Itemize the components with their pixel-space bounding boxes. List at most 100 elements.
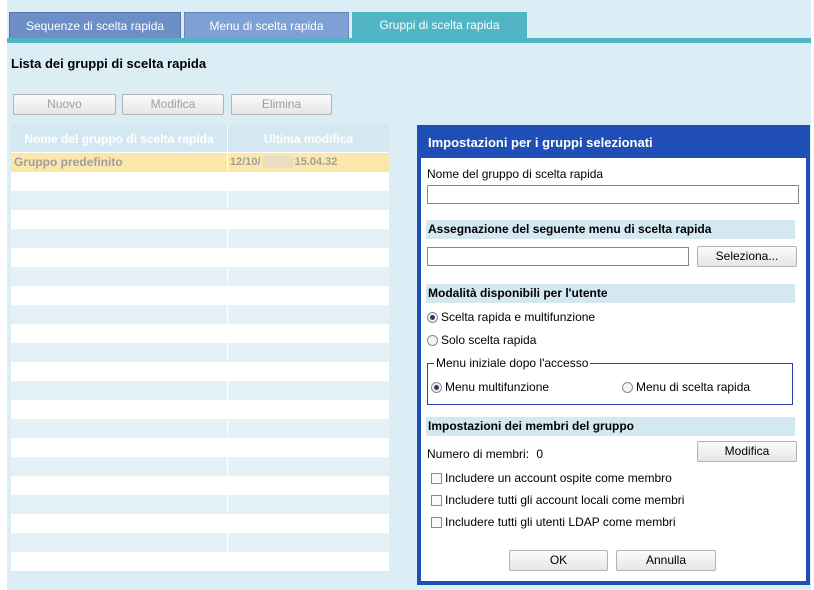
table-row[interactable]: Gruppo predefinito 12/10/15.04.32 [11, 153, 389, 172]
table-row [11, 514, 389, 533]
modified-date: 12/10/ [230, 156, 261, 168]
empty-cell [11, 172, 228, 191]
tab-shortcut-sequences[interactable]: Sequenze di scelta rapida [9, 12, 181, 38]
empty-cell [228, 172, 389, 191]
tab-underline [7, 38, 811, 43]
empty-cell [11, 552, 228, 571]
empty-cell [11, 438, 228, 457]
modified-cell: 12/10/15.04.32 [228, 153, 389, 172]
select-menu-button[interactable]: Seleziona... [697, 246, 797, 267]
empty-cell [228, 286, 389, 305]
cancel-button[interactable]: Annulla [616, 550, 716, 571]
table-row [11, 419, 389, 438]
mode-option-shortcut-only[interactable]: Solo scelta rapida [427, 333, 536, 347]
empty-cell [11, 400, 228, 419]
table-row [11, 305, 389, 324]
initial-menu-multifunction[interactable]: Menu multifunzione [431, 380, 549, 394]
menu-assignment-input[interactable] [427, 247, 689, 266]
empty-cell [11, 324, 228, 343]
include-guest-checkbox[interactable]: Includere un account ospite come membro [431, 471, 672, 485]
empty-cell [228, 343, 389, 362]
table-row [11, 381, 389, 400]
group-name-cell: Gruppo predefinito [11, 153, 228, 172]
empty-cell [228, 495, 389, 514]
table-row [11, 438, 389, 457]
group-name-label: Nome del gruppo di scelta rapida [427, 167, 604, 181]
table-row [11, 457, 389, 476]
include-ldap-users-checkbox[interactable]: Includere tutti gli utenti LDAP come mem… [431, 515, 676, 529]
table-row [11, 286, 389, 305]
initial-menu-shortcut[interactable]: Menu di scelta rapida [622, 380, 750, 394]
empty-cell [228, 362, 389, 381]
empty-cell [228, 267, 389, 286]
empty-cell [228, 229, 389, 248]
main-window: Sequenze di scelta rapida Menu di scelta… [7, 0, 811, 590]
table-row [11, 495, 389, 514]
empty-cell [11, 286, 228, 305]
menu-assignment-section: Assegnazione del seguente menu di scelta… [426, 220, 795, 239]
empty-cell [228, 438, 389, 457]
initial-menu-group: Menu iniziale dopo l'accesso Menu multif… [427, 356, 793, 405]
empty-cell [228, 191, 389, 210]
empty-cell [11, 457, 228, 476]
modified-time: 15.04.32 [294, 156, 338, 168]
mode-option-multi-label: Scelta rapida e multifunzione [441, 310, 596, 324]
table-row [11, 229, 389, 248]
edit-button[interactable]: Modifica [122, 94, 224, 115]
new-button[interactable]: Nuovo [13, 94, 116, 115]
groups-table: Nome del gruppo di scelta rapida Ultima … [11, 125, 389, 571]
empty-cell [228, 324, 389, 343]
table-row [11, 552, 389, 571]
empty-cell [11, 381, 228, 400]
radio-selected-icon [427, 311, 438, 323]
table-row [11, 267, 389, 286]
group-name-input[interactable] [427, 185, 799, 204]
table-header: Nome del gruppo di scelta rapida Ultima … [11, 125, 389, 153]
empty-cell [11, 305, 228, 324]
column-header-modified[interactable]: Ultima modifica [228, 125, 389, 153]
empty-cell [228, 476, 389, 495]
empty-cell [11, 229, 228, 248]
table-row [11, 533, 389, 552]
page-title: Lista dei gruppi di scelta rapida [11, 56, 207, 71]
empty-cell [228, 400, 389, 419]
include-local-accounts-label: Includere tutti gli account locali come … [445, 493, 685, 507]
empty-cell [11, 495, 228, 514]
tab-shortcut-groups[interactable]: Gruppi di scelta rapida [352, 12, 527, 38]
ok-button[interactable]: OK [509, 550, 608, 571]
radio-unselected-icon [622, 381, 633, 393]
tab-shortcut-menus[interactable]: Menu di scelta rapida [184, 12, 349, 38]
empty-cell [11, 343, 228, 362]
column-header-name[interactable]: Nome del gruppo di scelta rapida [11, 125, 228, 153]
table-row [11, 210, 389, 229]
include-ldap-users-label: Includere tutti gli utenti LDAP come mem… [445, 515, 676, 529]
radio-selected-icon [431, 381, 442, 393]
table-row [11, 172, 389, 191]
members-count-label: Numero di membri: [427, 447, 530, 461]
initial-menu-multifunction-label: Menu multifunzione [445, 380, 550, 394]
empty-cell [11, 191, 228, 210]
empty-cell [228, 305, 389, 324]
members-count: Numero di membri: 0 [427, 447, 543, 461]
empty-cell [11, 210, 228, 229]
redacted-area [262, 156, 293, 169]
initial-menu-legend: Menu iniziale dopo l'accesso [434, 356, 591, 370]
checkbox-icon [431, 472, 442, 484]
table-row [11, 343, 389, 362]
mode-option-shortcut-only-label: Solo scelta rapida [441, 333, 537, 347]
delete-button[interactable]: Elimina [231, 94, 332, 115]
empty-cell [228, 457, 389, 476]
empty-cell [11, 476, 228, 495]
initial-menu-shortcut-label: Menu di scelta rapida [636, 380, 751, 394]
group-settings-panel: Impostazioni per i gruppi selezionati No… [417, 125, 810, 585]
table-row [11, 362, 389, 381]
mode-option-multi[interactable]: Scelta rapida e multifunzione [427, 310, 595, 324]
empty-cell [228, 552, 389, 571]
table-row [11, 248, 389, 267]
empty-cell [228, 381, 389, 400]
table-row [11, 191, 389, 210]
edit-members-button[interactable]: Modifica [697, 441, 797, 462]
table-row [11, 476, 389, 495]
tab-bar: Sequenze di scelta rapida Menu di scelta… [7, 12, 811, 38]
include-local-accounts-checkbox[interactable]: Includere tutti gli account locali come … [431, 493, 684, 507]
